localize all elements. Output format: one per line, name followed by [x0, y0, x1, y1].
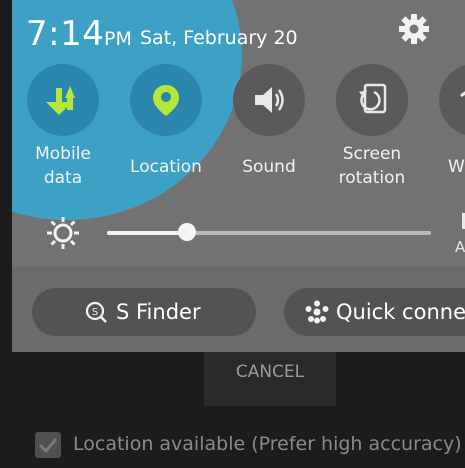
settings-gear-icon[interactable] [397, 12, 431, 46]
speaker-icon [255, 87, 284, 113]
s-finder-label: S Finder [116, 300, 201, 324]
cancel-button[interactable]: CANCEL [204, 352, 336, 406]
brightness-slider-fill [107, 231, 187, 235]
checkmark-icon [38, 438, 58, 454]
auto-brightness-label: A [455, 238, 465, 256]
location-toggle[interactable] [130, 64, 202, 136]
rotation-icon [359, 83, 387, 114]
location-checkbox-label: Location available (Prefer high accuracy… [73, 433, 462, 455]
quick-connect-button[interactable]: Quick conne [284, 288, 465, 336]
brightness-slider-thumb[interactable] [178, 223, 196, 241]
screen-rotation-toggle[interactable] [336, 64, 408, 136]
wifi-icon [460, 91, 465, 98]
mobile-data-label: Mobile data [35, 144, 91, 188]
date: Sat, February 20 [140, 27, 298, 49]
sound-toggle[interactable] [233, 64, 305, 136]
clock: 7:14 [26, 14, 105, 54]
clock-ampm: PM [104, 28, 132, 50]
screen-rotation-label: Screen rotation [338, 144, 406, 188]
location-label: Location [130, 157, 202, 177]
wifi-label: W [448, 157, 465, 177]
svg-text:S: S [92, 307, 98, 318]
s-finder-search-icon: S [85, 301, 107, 323]
quick-connect-icon [305, 300, 329, 324]
quick-connect-label: Quick conne [336, 300, 465, 324]
location-checkbox[interactable] [35, 432, 61, 458]
s-finder-button[interactable]: S S Finder [32, 288, 256, 336]
brightness-sun-icon [47, 217, 79, 249]
location-pin-icon [153, 85, 179, 116]
notification-shade: 7:14 PM Sat, February 20 Mobile data Loc… [12, 0, 465, 352]
sound-label: Sound [242, 157, 296, 177]
mobile-data-toggle[interactable] [27, 64, 99, 136]
mobile-data-icon [46, 86, 75, 115]
